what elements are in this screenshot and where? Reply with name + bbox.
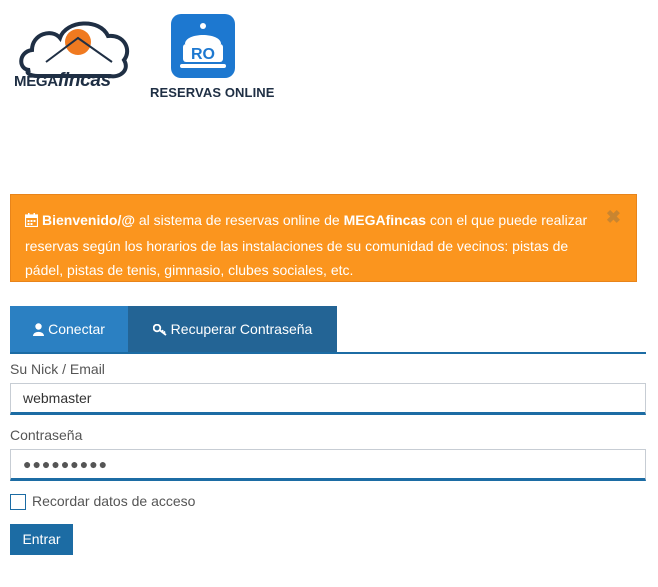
alert-text-1: al sistema de reservas online de [135, 212, 344, 228]
reservas-online-caption: RESERVAS ONLINE [150, 85, 275, 100]
remember-checkbox[interactable] [10, 494, 26, 510]
tab-conectar-label: Conectar [48, 321, 105, 337]
ro-badge-text: RO [191, 46, 215, 63]
user-icon [33, 308, 45, 354]
calendar-icon [24, 210, 39, 234]
welcome-alert: Bienvenido/@ al sistema de reservas onli… [10, 194, 637, 282]
alert-greeting: Bienvenido/@ [42, 212, 135, 228]
logo-mega-prefix: MEGA [14, 73, 58, 90]
password-label: Contraseña [10, 427, 83, 443]
remember-label[interactable]: Recordar datos de acceso [32, 493, 195, 509]
bell-badge-icon: RO [180, 23, 226, 68]
nick-input[interactable] [10, 383, 646, 415]
password-input[interactable] [10, 449, 646, 481]
megafincas-wordmark: MEGAfincas [14, 70, 111, 92]
alert-brand: MEGAfincas [343, 212, 427, 228]
close-icon[interactable]: ✖ [606, 207, 621, 227]
key-icon [152, 308, 167, 354]
reservas-online-logo: RO [171, 14, 235, 78]
entrar-button[interactable]: Entrar [10, 524, 73, 555]
login-tabs: Conectar Recuperar Contraseña [10, 306, 646, 354]
tab-recuperar-label: Recuperar Contraseña [170, 321, 313, 337]
tab-conectar[interactable]: Conectar [10, 306, 128, 352]
tab-recuperar-contrasena[interactable]: Recuperar Contraseña [128, 306, 337, 352]
nick-label: Su Nick / Email [10, 361, 105, 377]
logo-mega-suffix: fincas [57, 70, 111, 91]
